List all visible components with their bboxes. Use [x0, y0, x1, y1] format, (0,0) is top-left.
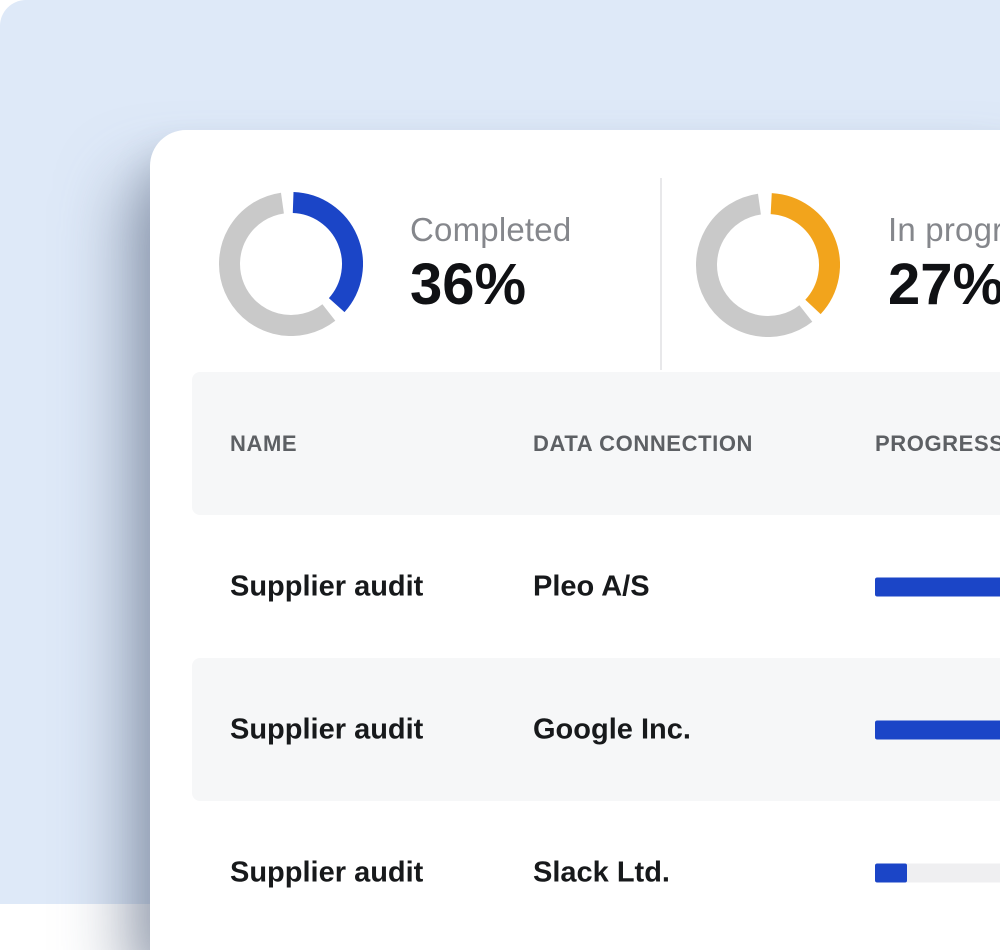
row-data-connection: Slack Ltd.	[533, 856, 670, 889]
progress-bar-track	[875, 863, 1000, 882]
stat-in-progress: In progress 27%	[662, 130, 1000, 372]
row-progress-cell	[875, 863, 1000, 882]
progress-bar-track	[875, 720, 1000, 739]
table-row[interactable]: Supplier audit Google Inc.	[150, 658, 1000, 801]
progress-bar-fill	[875, 863, 907, 882]
table-row[interactable]: Supplier audit Pleo A/S	[150, 515, 1000, 658]
row-progress-cell	[875, 720, 1000, 739]
row-name: Supplier audit	[230, 713, 423, 746]
completed-donut-chart	[219, 192, 363, 336]
stat-in-progress-value: 27%	[888, 254, 1000, 316]
progress-bar-fill	[875, 577, 1000, 596]
row-data-connection: Google Inc.	[533, 713, 691, 746]
stats-strip: Completed 36% In progress 27%	[150, 130, 1000, 372]
table-header-row: NAME DATA CONNECTION PROGRESS	[150, 372, 1000, 515]
progress-bar-fill	[875, 720, 1000, 739]
column-header-data-connection: DATA CONNECTION	[533, 431, 753, 457]
stat-in-progress-label: In progress	[888, 210, 1000, 250]
dashboard-card: Completed 36% In progress 27% NAME DATA …	[150, 130, 1000, 950]
table-row[interactable]: Supplier audit Slack Ltd.	[150, 801, 1000, 944]
stat-completed-value: 36%	[410, 254, 571, 316]
stat-in-progress-text: In progress 27%	[888, 210, 1000, 316]
stat-completed-label: Completed	[410, 210, 571, 250]
row-data-connection: Pleo A/S	[533, 570, 650, 603]
row-name: Supplier audit	[230, 570, 423, 603]
progress-bar-track	[875, 577, 1000, 596]
column-header-progress: PROGRESS	[875, 431, 1000, 457]
stat-completed-text: Completed 36%	[410, 210, 571, 316]
column-header-name: NAME	[230, 431, 297, 457]
stat-completed: Completed 36%	[150, 130, 660, 372]
in-progress-donut-chart	[696, 193, 840, 337]
row-progress-cell	[875, 577, 1000, 596]
row-name: Supplier audit	[230, 856, 423, 889]
